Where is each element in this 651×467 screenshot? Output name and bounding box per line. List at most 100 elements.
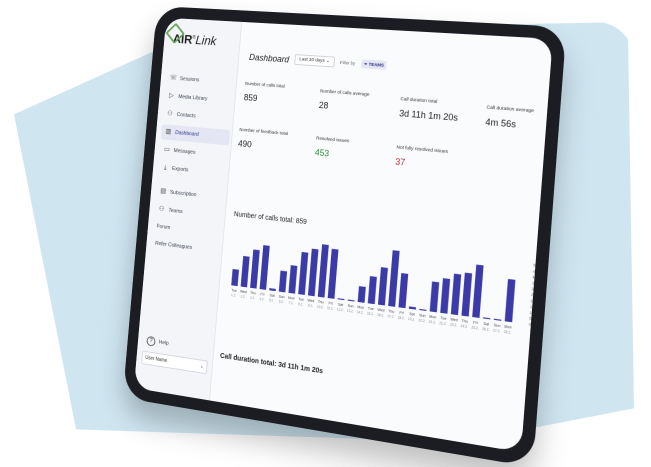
chart-bar — [367, 276, 377, 305]
x-tick-date: 21.2. — [429, 319, 437, 324]
x-tick-date: 18.2. — [397, 315, 405, 320]
x-tick-date: 1.2. — [231, 293, 236, 298]
tablet-frame: AIR®Link ☏ Sessions ▷ Media Library ⚇ Contact… — [122, 6, 567, 467]
kpi-label: Number of feedback total — [239, 127, 289, 137]
x-tick-date: 19.2. — [408, 317, 416, 322]
filter-label: Filter by — [339, 59, 356, 66]
x-tick-date: 15.2. — [367, 311, 374, 316]
sidebar-nav: ☏ Sessions ▷ Media Library ⚇ Contacts ▥ Dashboa… — [157, 71, 235, 185]
x-tick-date: 3.2. — [250, 296, 255, 301]
kpi-label: Call duration total — [400, 97, 438, 105]
chart-bar — [388, 250, 400, 307]
x-tick-date: 26.2. — [482, 327, 490, 332]
chart-bar — [461, 272, 473, 317]
x-tick-date: 25.2. — [471, 325, 479, 330]
chart-bar — [408, 306, 417, 310]
calls-chart-title: Number of calls total: 859 — [233, 211, 307, 227]
x-tick-date: 9.2. — [308, 303, 314, 308]
kpi-card: Number of feedback total 490 — [237, 128, 306, 169]
chart-bar — [347, 299, 355, 302]
kpi-card: Not fully resolved issues 37 — [394, 145, 469, 188]
chart-bar — [472, 264, 484, 318]
kpi-value: 37 — [394, 156, 406, 168]
sidebar-item-refer-colleagues[interactable]: Refer Colleagues — [151, 237, 220, 259]
y-tick-label: 20 — [530, 299, 535, 304]
chart-bar — [269, 288, 276, 292]
sidebar-item-contacts[interactable]: ⚇ Contacts — [162, 106, 231, 127]
sidebar-item-media-library[interactable]: ▷ Media Library — [164, 88, 233, 109]
main-content: Dashboard Last 30 days ⌄ Filter by ꔹ TEA… — [216, 22, 553, 452]
app-logo: AIR®Link — [165, 22, 218, 49]
x-tick-date: 24.2. — [460, 324, 468, 329]
user-menu[interactable]: User Name ⌄ — [141, 350, 208, 375]
kpi-card: Call duration average 4m 56s — [484, 105, 553, 148]
x-tick-date: 10.2. — [317, 304, 324, 309]
calls-bar-chart: Tue1.2.Wed2.2.Thu3.2.Fri4.2.Sat5.2.Sun6.… — [231, 244, 538, 335]
logo-sub: Link — [194, 32, 218, 49]
y-tick-label: 15 — [530, 305, 535, 310]
card-icon: ▤ — [160, 187, 167, 195]
x-tick-date: 14.2. — [357, 310, 364, 315]
sidebar-item-exports[interactable]: ⤓ Exports — [158, 160, 227, 182]
x-tick-day: Fri — [399, 310, 404, 315]
x-tick-date: 28.2. — [504, 330, 512, 335]
y-tick-label: 45 — [533, 269, 538, 274]
chart-bar — [357, 286, 366, 303]
x-tick-day: Fri — [473, 320, 478, 325]
sidebar-item-label: Contacts — [176, 112, 196, 120]
chart-bar — [278, 270, 288, 293]
sidebar-nav-secondary: ▤ Subscription ⚇ Teams Forum Refer Colleagues — [151, 184, 225, 263]
kpi-value: 4m 56s — [485, 116, 517, 130]
chevron-down-icon: ⌄ — [199, 363, 205, 370]
x-tick-date: 6.2. — [279, 299, 284, 304]
sidebar-item-label: Media Library — [178, 94, 208, 103]
x-tick-date: 5.2. — [269, 298, 274, 303]
teams-chip-label: TEAMS — [368, 61, 385, 68]
teams-filter-chip[interactable]: ꔹ TEAMS — [360, 59, 388, 70]
download-icon: ⤓ — [163, 164, 167, 172]
y-tick-label: 50 — [533, 263, 538, 268]
dashboard-header: Dashboard Last 30 days ⌄ Filter by ꔹ TEA… — [249, 51, 388, 71]
app-screen: AIR®Link ☏ Sessions ▷ Media Library ⚇ Contact… — [133, 17, 553, 453]
help-link[interactable]: ? Help — [146, 335, 169, 349]
kpi-label: Number of calls total — [244, 81, 285, 90]
chart-bar — [493, 318, 502, 321]
x-tick-date: 23.2. — [450, 322, 458, 327]
sidebar-item-label: Dashboard — [174, 130, 199, 138]
x-tick-date: 27.2. — [493, 328, 501, 333]
chart-bar — [240, 255, 250, 288]
chart-bar — [398, 273, 409, 309]
kpi-cards: Number of calls total 859 Number of calls … — [238, 81, 545, 168]
kpi-label: Not fully resolved issues — [396, 145, 449, 155]
chart-bar — [419, 308, 427, 311]
kpi-card: Number of calls average 28 — [317, 89, 389, 130]
period-select[interactable]: Last 30 days ⌄ — [294, 54, 335, 68]
x-tick-date: 13.2. — [347, 308, 354, 313]
y-tick-label: 10 — [529, 311, 534, 316]
y-tick-label: 30 — [531, 287, 536, 292]
chart-icon: ▥ — [165, 128, 172, 136]
chart-bar — [250, 249, 260, 289]
chevron-down-icon: ⌄ — [325, 59, 330, 65]
chart-bar — [307, 248, 319, 297]
sidebar-item-label: Messages — [173, 148, 196, 156]
help-label: Help — [158, 339, 169, 347]
x-tick-date: 4.2. — [259, 297, 264, 302]
chart-bar — [482, 317, 491, 320]
phone-icon: ☏ — [169, 74, 178, 82]
people-icon: ⚇ — [158, 205, 165, 213]
chart-bar — [317, 244, 329, 298]
period-value: Last 30 days — [299, 57, 325, 64]
x-tick-day: Fri — [328, 301, 333, 306]
kpi-value: 453 — [314, 147, 330, 159]
sidebar-item-sessions[interactable]: ☏ Sessions — [165, 71, 234, 91]
x-tick-date: 7.2. — [288, 301, 293, 306]
duration-section-title: Call duration total: 3d 11h 1m 20s — [219, 352, 324, 376]
user-name: User Name — [144, 354, 168, 365]
x-tick-date: 2.2. — [240, 294, 245, 299]
x-tick-day: Fri — [260, 292, 264, 297]
chart-bar — [231, 268, 240, 287]
kpi-value: 3d 11h 1m 20s — [398, 108, 459, 123]
play-icon: ▷ — [168, 92, 175, 100]
kpi-label: Call duration average — [486, 105, 535, 115]
